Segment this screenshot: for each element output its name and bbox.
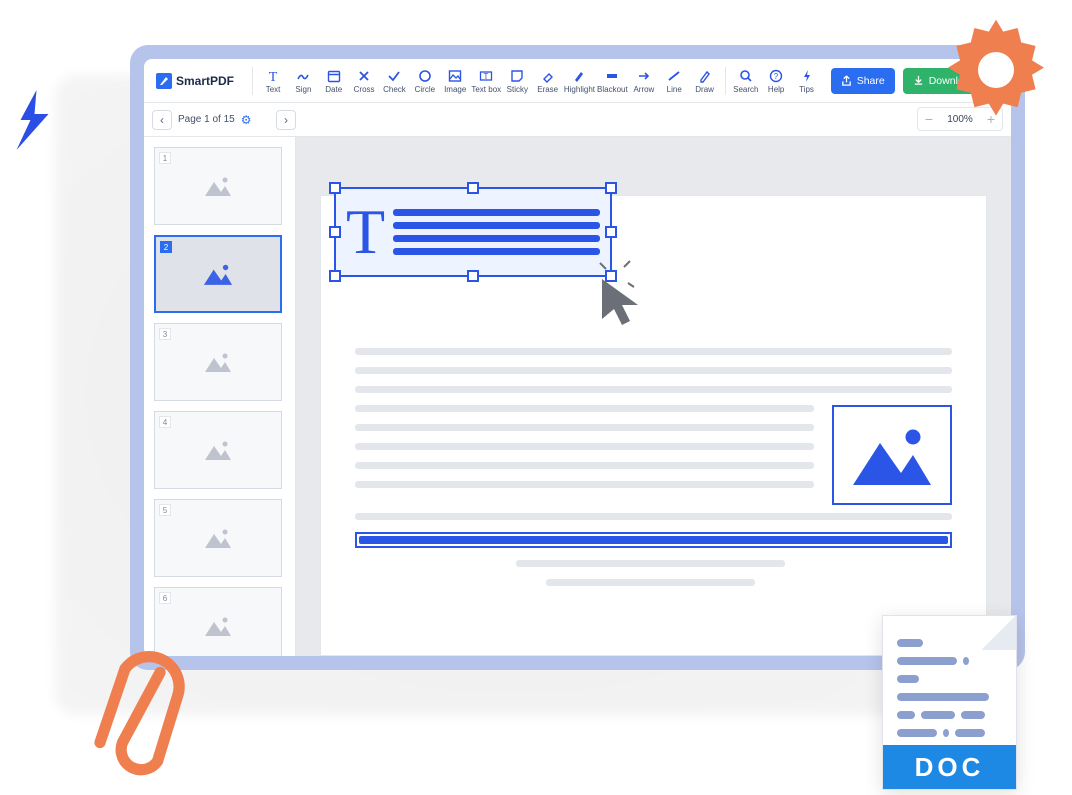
page-thumbnail[interactable]: 5 <box>154 499 282 577</box>
svg-text:T: T <box>269 70 278 83</box>
line-icon <box>666 68 682 84</box>
tool-check[interactable]: Check <box>380 66 408 96</box>
calendar-icon <box>326 68 342 84</box>
image-placeholder-icon <box>203 350 233 374</box>
text-lines-placeholder <box>393 203 600 261</box>
brand-icon <box>156 73 172 89</box>
tool-blackout[interactable]: Blackout <box>597 66 628 96</box>
image-placeholder-icon <box>203 614 233 638</box>
next-page-button[interactable]: › <box>276 110 296 130</box>
tool-tips[interactable]: Tips <box>792 66 820 96</box>
text-icon: T <box>265 68 281 84</box>
help-icon: ? <box>768 68 784 84</box>
tool-sign[interactable]: Sign <box>289 66 317 96</box>
cursor-icon <box>596 275 656 335</box>
share-button[interactable]: Share <box>831 68 895 94</box>
editor-canvas[interactable]: T <box>296 137 1011 656</box>
embedded-image[interactable] <box>832 405 952 505</box>
check-icon <box>386 68 402 84</box>
tool-circle[interactable]: Circle <box>411 66 439 96</box>
selected-text-element[interactable]: T <box>334 187 612 277</box>
pencil-icon <box>697 68 713 84</box>
separator <box>252 67 253 95</box>
resize-handle[interactable] <box>329 226 341 238</box>
device-frame: SmartPDF T Text Sign Date Cross Check <box>130 45 1025 670</box>
brand: SmartPDF <box>152 73 242 89</box>
app-screen: SmartPDF T Text Sign Date Cross Check <box>144 59 1011 656</box>
page-thumbnail[interactable]: 3 <box>154 323 282 401</box>
tool-date[interactable]: Date <box>320 66 348 96</box>
doc-badge-label: DOC <box>883 745 1016 789</box>
page-thumbnail[interactable]: 1 <box>154 147 282 225</box>
page-thumbnail[interactable]: 2 <box>154 235 282 313</box>
tool-text[interactable]: T Text <box>259 66 287 96</box>
separator <box>725 67 726 95</box>
tool-textbox[interactable]: T Text box <box>471 66 501 96</box>
resize-handle[interactable] <box>329 182 341 194</box>
blackout-icon <box>604 68 620 84</box>
tool-cross[interactable]: Cross <box>350 66 378 96</box>
image-icon <box>447 68 463 84</box>
cross-icon <box>356 68 372 84</box>
highlighter-icon <box>571 68 587 84</box>
sticky-icon <box>509 68 525 84</box>
image-placeholder-icon <box>203 526 233 550</box>
share-icon <box>841 75 852 86</box>
image-placeholder-icon <box>203 174 233 198</box>
resize-handle[interactable] <box>467 270 479 282</box>
pager: ‹ Page 1 of 15 ⚙ › <box>144 110 296 130</box>
search-icon <box>738 68 754 84</box>
page-thumbnail[interactable]: 4 <box>154 411 282 489</box>
tool-sticky[interactable]: Sticky <box>503 66 531 96</box>
resize-handle[interactable] <box>467 182 479 194</box>
svg-text:?: ? <box>774 72 779 81</box>
tool-arrow[interactable]: Arrow <box>630 66 658 96</box>
resize-handle[interactable] <box>605 182 617 194</box>
subtoolbar: ‹ Page 1 of 15 ⚙ › − 100% + <box>144 103 1011 137</box>
arrow-icon <box>636 68 652 84</box>
gear-decoration <box>936 10 1056 130</box>
image-placeholder-icon <box>203 438 233 462</box>
page-settings-icon[interactable]: ⚙ <box>241 113 252 127</box>
tool-erase[interactable]: Erase <box>534 66 562 96</box>
sign-icon <box>295 68 311 84</box>
bolt-icon <box>799 68 815 84</box>
circle-icon <box>417 68 433 84</box>
eraser-icon <box>540 68 556 84</box>
doc-file-decoration: DOC <box>882 615 1017 790</box>
tool-search[interactable]: Search <box>732 66 760 96</box>
bolt-decoration <box>12 90 57 150</box>
tool-draw[interactable]: Draw <box>690 66 718 96</box>
paperclip-decoration <box>85 640 195 790</box>
main-toolbar: SmartPDF T Text Sign Date Cross Check <box>144 59 1011 103</box>
tool-highlight[interactable]: Highlight <box>564 66 595 96</box>
svg-text:T: T <box>484 72 489 81</box>
resize-handle[interactable] <box>605 226 617 238</box>
highlighted-bar[interactable] <box>355 532 952 548</box>
download-icon <box>913 75 924 86</box>
image-placeholder-icon <box>201 261 235 287</box>
brand-name: SmartPDF <box>176 74 234 88</box>
thumbnail-sidebar: 1 2 3 4 5 <box>144 137 296 656</box>
tool-image[interactable]: Image <box>441 66 469 96</box>
tool-help[interactable]: ? Help <box>762 66 790 96</box>
textbox-icon: T <box>478 68 494 84</box>
page-indicator: Page 1 of 15 <box>178 114 235 125</box>
prev-page-button[interactable]: ‹ <box>152 110 172 130</box>
drop-cap-icon: T <box>346 200 385 264</box>
tool-line[interactable]: Line <box>660 66 688 96</box>
image-placeholder-icon <box>847 419 937 491</box>
resize-handle[interactable] <box>329 270 341 282</box>
